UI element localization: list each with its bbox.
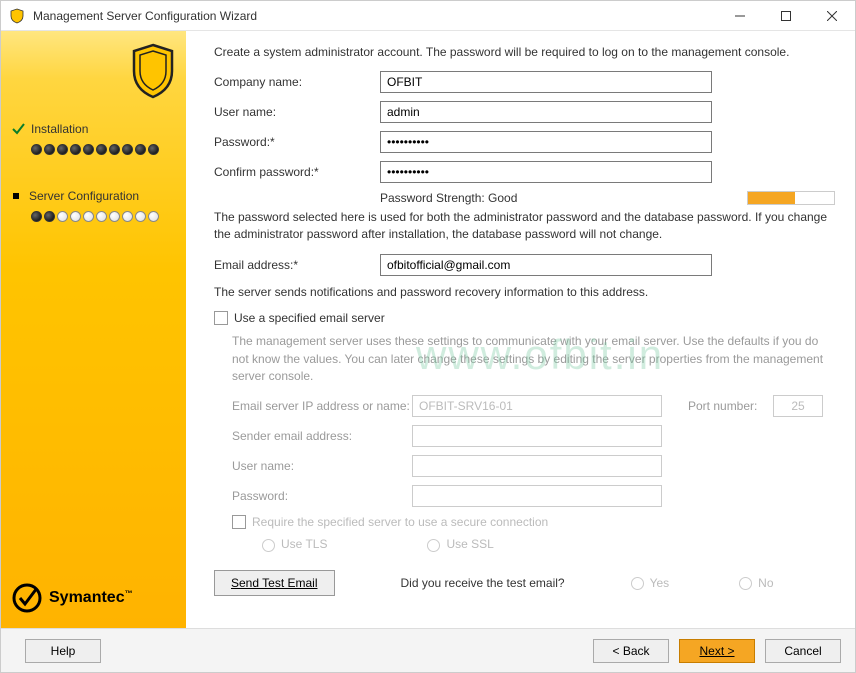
server-ip-input bbox=[412, 395, 662, 417]
close-button[interactable] bbox=[809, 1, 855, 31]
port-label: Port number: bbox=[688, 399, 773, 413]
company-label: Company name: bbox=[214, 75, 380, 89]
sidebar: Installation Server Configuration Symant… bbox=[1, 31, 186, 628]
email-note: The server sends notifications and passw… bbox=[214, 284, 835, 301]
srv-pwd-input bbox=[412, 485, 662, 507]
srv-user-label: User name: bbox=[232, 459, 412, 473]
srv-pwd-label: Password: bbox=[232, 489, 412, 503]
content: www.ofbit.in Create a system administrat… bbox=[186, 31, 855, 628]
email-input[interactable] bbox=[380, 254, 712, 276]
step-installation: Installation bbox=[11, 122, 176, 155]
use-email-server-checkbox[interactable] bbox=[214, 311, 228, 325]
minimize-button[interactable] bbox=[717, 1, 763, 31]
send-test-email-button[interactable]: Send Test Email bbox=[214, 570, 335, 596]
shield-icon bbox=[130, 43, 176, 99]
titlebar: Management Server Configuration Wizard bbox=[1, 1, 855, 31]
srv-user-input bbox=[412, 455, 662, 477]
next-button[interactable]: Next > bbox=[679, 639, 755, 663]
no-label: No bbox=[758, 576, 773, 590]
bullet-icon bbox=[13, 193, 19, 199]
user-input[interactable] bbox=[380, 101, 712, 123]
confirm-label: Confirm password:* bbox=[214, 165, 380, 179]
port-input bbox=[773, 395, 823, 417]
progress-dots-installation bbox=[31, 144, 176, 155]
password-label: Password:* bbox=[214, 135, 380, 149]
test-question: Did you receive the test email? bbox=[401, 576, 565, 590]
symantec-logo: Symantec™ bbox=[11, 582, 133, 614]
symantec-check-icon bbox=[11, 582, 43, 614]
footer: Help < Back Next > Cancel bbox=[1, 628, 855, 672]
no-radio bbox=[739, 577, 752, 590]
password-note: The password selected here is used for b… bbox=[214, 209, 835, 244]
help-button[interactable]: Help bbox=[25, 639, 101, 663]
email-server-note: The management server uses these setting… bbox=[232, 333, 835, 385]
email-label: Email address:* bbox=[214, 258, 380, 272]
cancel-button[interactable]: Cancel bbox=[765, 639, 841, 663]
sender-label: Sender email address: bbox=[232, 429, 412, 443]
window-controls bbox=[717, 1, 855, 31]
user-label: User name: bbox=[214, 105, 380, 119]
pwstrength-meter bbox=[747, 191, 835, 205]
confirm-input[interactable] bbox=[380, 161, 712, 183]
back-button[interactable]: < Back bbox=[593, 639, 669, 663]
secure-conn-label: Require the specified server to use a se… bbox=[252, 515, 548, 529]
app-icon bbox=[9, 8, 25, 24]
maximize-button[interactable] bbox=[763, 1, 809, 31]
use-email-server-label: Use a specified email server bbox=[234, 311, 385, 325]
symantec-brand-text: Symantec™ bbox=[49, 589, 133, 607]
intro-text: Create a system administrator account. T… bbox=[214, 45, 835, 59]
progress-dots-server bbox=[31, 211, 176, 222]
tls-radio bbox=[262, 539, 275, 552]
ssl-radio bbox=[427, 539, 440, 552]
pwstrength-label: Password Strength: Good bbox=[380, 191, 517, 205]
tls-label: Use TLS bbox=[281, 537, 327, 551]
step-label: Server Configuration bbox=[29, 189, 139, 203]
company-input[interactable] bbox=[380, 71, 712, 93]
secure-conn-checkbox bbox=[232, 515, 246, 529]
window-title: Management Server Configuration Wizard bbox=[33, 9, 717, 23]
step-label: Installation bbox=[31, 122, 88, 136]
password-input[interactable] bbox=[380, 131, 712, 153]
check-icon bbox=[11, 122, 25, 136]
yes-radio bbox=[631, 577, 644, 590]
email-server-section: The management server uses these setting… bbox=[232, 333, 835, 552]
yes-label: Yes bbox=[650, 576, 670, 590]
server-ip-label: Email server IP address or name: bbox=[232, 399, 412, 413]
step-server-config: Server Configuration bbox=[11, 189, 176, 222]
shield-wrap bbox=[11, 43, 176, 104]
sender-input bbox=[412, 425, 662, 447]
ssl-label: Use SSL bbox=[446, 537, 493, 551]
main: Installation Server Configuration Symant… bbox=[1, 31, 855, 628]
